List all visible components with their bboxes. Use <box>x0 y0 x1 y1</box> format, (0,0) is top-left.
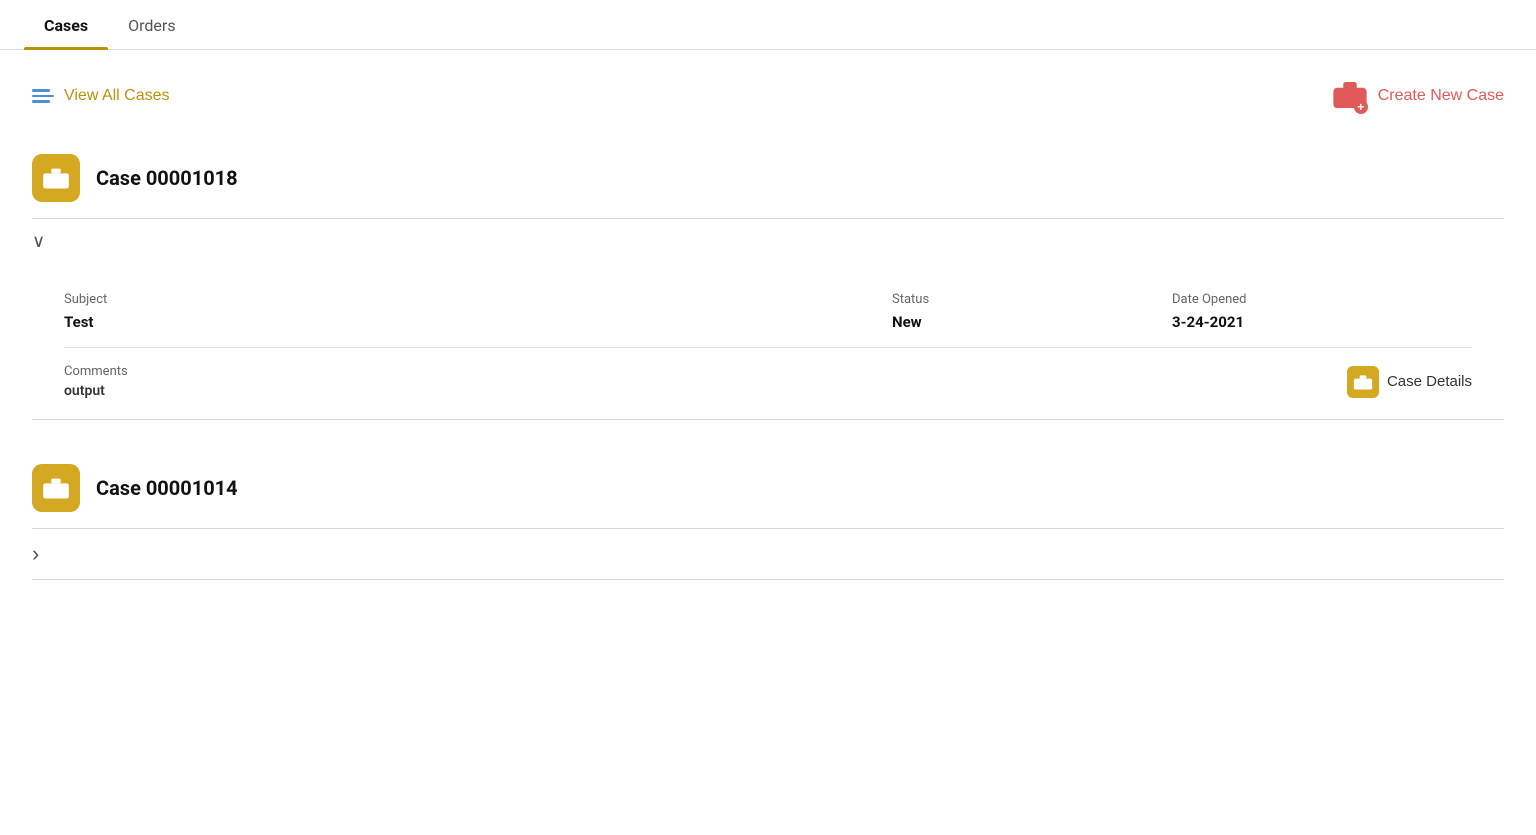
case-title-1018: Case 00001018 <box>96 166 238 190</box>
plus-icon: + <box>1354 100 1368 114</box>
tab-orders[interactable]: Orders <box>108 0 195 49</box>
case-briefcase-icon-1018 <box>32 154 80 202</box>
view-all-cases-button[interactable]: View All Cases <box>32 87 170 105</box>
case-block-1018: Case 00001018 ∨ Subject Test Status New … <box>0 134 1536 420</box>
case-header-1018: Case 00001018 <box>32 134 1504 218</box>
chevron-down-icon: ∨ <box>32 231 45 252</box>
chevron-right-icon: › <box>32 541 39 567</box>
list-icon <box>32 89 54 103</box>
comments-area-1018: Comments output <box>64 364 128 399</box>
case-details-area-1018: Subject Test Status New Date Opened 3-24… <box>32 264 1504 419</box>
case-details-button-1018[interactable]: Case Details <box>1347 366 1472 398</box>
tab-cases[interactable]: Cases <box>24 0 108 49</box>
create-new-case-button[interactable]: + Create New Case <box>1332 78 1504 114</box>
case-field-status: Status New <box>892 292 1172 331</box>
action-bar: View All Cases + Create New Case <box>0 50 1536 134</box>
case-bottom-divider-1014 <box>32 579 1504 580</box>
case-block-1014: Case 00001014 › <box>0 444 1536 580</box>
case-header-divider-1014 <box>32 528 1504 529</box>
case-briefcase-icon-1014 <box>32 464 80 512</box>
case-toggle-1014[interactable]: › <box>32 529 39 579</box>
case-bottom-divider-1018 <box>32 419 1504 420</box>
create-case-icon: + <box>1332 78 1368 114</box>
case-title-1014: Case 00001014 <box>96 476 238 500</box>
case-details-icon-1018 <box>1347 366 1379 398</box>
top-tabs: Cases Orders <box>0 0 1536 50</box>
comments-row-1018: Comments output Case Details <box>64 348 1472 419</box>
case-toggle-1018[interactable]: ∨ <box>32 219 45 264</box>
case-field-subject: Subject Test <box>64 292 892 331</box>
case-field-date: Date Opened 3-24-2021 <box>1172 292 1472 331</box>
case-fields-row-1018: Subject Test Status New Date Opened 3-24… <box>64 280 1472 347</box>
case-header-1014: Case 00001014 <box>32 444 1504 528</box>
case-header-divider-1018 <box>32 218 1504 219</box>
